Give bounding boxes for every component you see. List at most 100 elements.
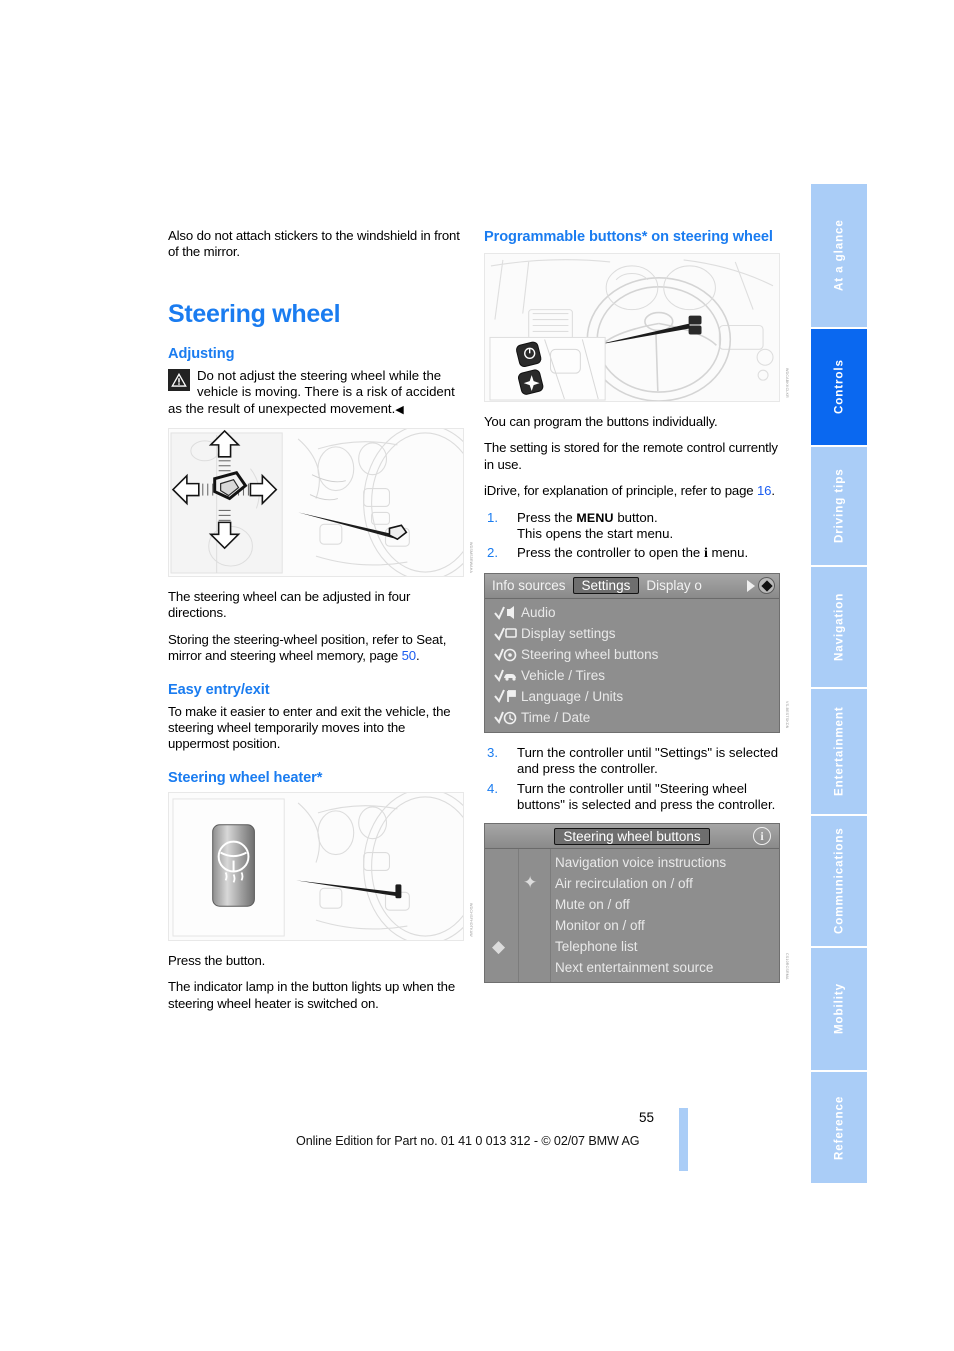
check-screen-icon: [491, 626, 521, 641]
tab-navigation[interactable]: Navigation: [811, 565, 867, 687]
step-number: 3.: [487, 744, 498, 760]
idrive-item-label: Mute on / off: [555, 897, 630, 913]
idrive-item-label: Air recirculation on / off: [555, 876, 693, 892]
figure-code: WDCHSFHOTKAW: [469, 903, 473, 937]
idrive-ref-text: iDrive, for explanation of principle, re…: [484, 483, 757, 499]
idrive-item-label: Monitor on / off: [555, 918, 645, 934]
idrive-item-label: Time / Date: [521, 709, 591, 725]
idrive-item-label: Language / Units: [521, 688, 624, 704]
step-number: 1.: [487, 509, 498, 525]
idrive-tab-info-sources[interactable]: Info sources: [485, 577, 573, 594]
info-icon[interactable]: i: [753, 827, 771, 846]
warning-text: Do not adjust the steering wheel while t…: [168, 367, 455, 416]
idrive-item-next-entertainment[interactable]: Next entertainment source: [555, 957, 779, 978]
tab-driving-tips[interactable]: Driving tips: [811, 445, 867, 565]
heater-paragraph-2: The indicator lamp in the button lights …: [168, 979, 456, 1011]
heater-button-illustration: [168, 791, 464, 941]
step-3: 3. Turn the controller until "Settings" …: [484, 745, 780, 778]
step-number: 4.: [487, 780, 498, 796]
tab-controls[interactable]: Controls: [811, 327, 867, 445]
idrive-item-label: Telephone list: [555, 939, 638, 955]
step-text-post: button.: [613, 509, 658, 525]
footer-text: Online Edition for Part no. 01 41 0 013 …: [296, 1134, 640, 1148]
intro-paragraph: Also do not attach stickers to the winds…: [168, 228, 460, 260]
tab-at-a-glance[interactable]: At a glance: [811, 182, 867, 327]
column-divider: [518, 849, 519, 983]
step-2: 2. Press the controller to open the i me…: [484, 545, 780, 562]
idrive-bar-controls: [747, 577, 779, 595]
idrive-tab-settings[interactable]: Settings: [572, 577, 640, 595]
idrive-item-air-recirculation[interactable]: Air recirculation on / off: [555, 873, 779, 894]
idrive-tab-display[interactable]: Display o: [639, 577, 709, 594]
step-text-line2: This opens the start menu.: [517, 526, 674, 542]
idrive-item-navigation-voice[interactable]: Navigation voice instructions: [555, 852, 779, 873]
warning-end-marker: ◀: [395, 403, 404, 416]
idrive-item-mute[interactable]: Mute on / off: [555, 894, 779, 915]
menu-button-label: MENU: [576, 510, 614, 525]
heater-paragraph-1: Press the button.: [168, 952, 266, 968]
programmable-buttons-illustration: [484, 253, 780, 402]
idrive-steering-buttons-screen: Steering wheel buttons i ✦ ◆ Navigation …: [484, 823, 780, 984]
warning-block: Do not adjust the steering wheel while t…: [168, 368, 464, 418]
idrive-item-audio[interactable]: Audio: [485, 602, 779, 623]
heading-programmable-buttons: Programmable buttons* on steering wheel: [484, 229, 773, 245]
idrive-item-label: Navigation voice instructions: [555, 855, 727, 871]
idrive-ref-period: .: [771, 483, 775, 499]
step-text-pre: Press the: [517, 509, 577, 525]
tab-reference[interactable]: Reference: [811, 1070, 867, 1183]
figure-code: WDSMS5RWAHA: [469, 541, 473, 574]
program-paragraph-3: iDrive, for explanation of principle, re…: [484, 483, 780, 499]
figure-code: VS-BESTSKDN: [785, 701, 789, 729]
tab-communications[interactable]: Communications: [811, 814, 867, 946]
check-clock-icon: [491, 710, 521, 725]
memory-ref-period: .: [415, 648, 420, 664]
figure-idrive-settings: Info sources Settings Display o Audio Di…: [484, 572, 789, 733]
idrive-title-bar: Steering wheel buttons i: [485, 824, 779, 850]
program-paragraph-2: The setting is stored for the remote con…: [484, 440, 778, 472]
step-4: 4. Turn the controller until "Steering w…: [484, 781, 780, 814]
idrive-screen-title: Steering wheel buttons: [554, 827, 710, 845]
tab-entertainment[interactable]: Entertainment: [811, 687, 867, 814]
idrive-menu-list: Audio Display settings Steering wheel bu…: [485, 599, 779, 732]
idrive-side-column: ✦ ◆: [485, 849, 551, 983]
figure-heater-button: WDCHSFHOTKAW: [168, 791, 473, 941]
adjust-paragraph-2: Storing the steering-wheel position, ref…: [168, 632, 464, 665]
check-wheel-icon: [491, 647, 521, 662]
idrive-item-label: Steering wheel buttons: [521, 646, 659, 662]
step-text-post: menu.: [707, 545, 749, 561]
figure-code: WDCABKKCLKR: [785, 368, 789, 398]
idrive-item-steering-wheel-buttons[interactable]: Steering wheel buttons: [485, 644, 779, 665]
page-title: Steering wheel: [168, 299, 341, 328]
idrive-bar-controls: i: [753, 827, 775, 846]
steering-adjust-illustration: [168, 428, 464, 578]
right-column: Programmable buttons* on steering wheel: [484, 228, 789, 995]
steps-list-1: 1. Press the MENU button. This opens the…: [484, 510, 780, 563]
check-flag-icon: [491, 689, 521, 704]
idrive-item-telephone-list[interactable]: Telephone list: [555, 936, 779, 957]
page-link-50[interactable]: 50: [402, 648, 417, 663]
idrive-item-label: Vehicle / Tires: [521, 667, 606, 683]
page-link-16[interactable]: 16: [757, 483, 772, 498]
idrive-tab-bar: Info sources Settings Display o: [485, 573, 779, 599]
idrive-item-language-units[interactable]: Language / Units: [485, 686, 779, 707]
step-text-pre: Press the controller to open the: [517, 545, 704, 561]
footer-accent-bar: [679, 1108, 688, 1171]
warning-triangle-icon: [168, 368, 190, 391]
controller-diamond-icon[interactable]: [758, 577, 775, 595]
tab-mobility[interactable]: Mobility: [811, 946, 867, 1070]
idrive-item-time-date[interactable]: Time / Date: [485, 707, 779, 728]
figure-programmable-buttons: WDCABKKCLKR: [484, 253, 789, 402]
idrive-item-monitor[interactable]: Monitor on / off: [555, 915, 779, 936]
easy-entry-paragraph: To make it easier to enter and exit the …: [168, 703, 451, 752]
figure-code: CS10RCSRMA: [785, 952, 789, 980]
check-speaker-icon: [491, 605, 521, 620]
steps-list-2: 3. Turn the controller until "Settings" …: [484, 745, 780, 814]
arrow-right-icon[interactable]: [747, 579, 755, 592]
step-text: Turn the controller until "Steering whee…: [517, 780, 776, 813]
step-1: 1. Press the MENU button. This opens the…: [484, 510, 780, 543]
check-car-icon: [491, 668, 521, 683]
idrive-item-vehicle-tires[interactable]: Vehicle / Tires: [485, 665, 779, 686]
idrive-item-label: Next entertainment source: [555, 960, 714, 976]
idrive-item-display-settings[interactable]: Display settings: [485, 623, 779, 644]
step-number: 2.: [487, 545, 498, 561]
